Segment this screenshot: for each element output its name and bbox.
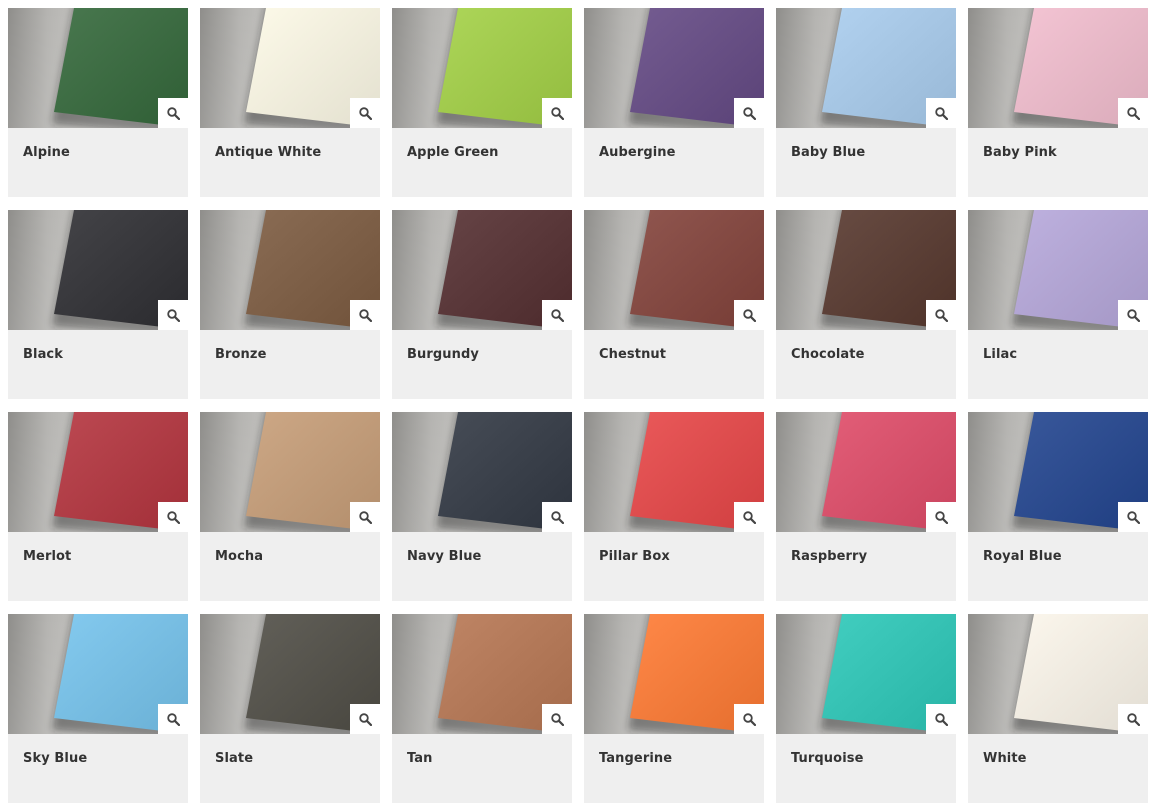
swatch-label: Apple Green — [407, 145, 499, 160]
swatch-label: Pillar Box — [599, 549, 670, 564]
magnifier-icon[interactable] — [926, 300, 956, 330]
swatch-card[interactable]: Mocha — [200, 412, 380, 601]
swatch-image[interactable] — [392, 614, 572, 734]
swatch-image[interactable] — [776, 412, 956, 532]
swatch-image[interactable] — [584, 614, 764, 734]
magnifier-icon[interactable] — [542, 98, 572, 128]
swatch-label: Tangerine — [599, 751, 673, 766]
swatch-card[interactable]: Black — [8, 210, 188, 399]
swatch-label: Navy Blue — [407, 549, 482, 564]
swatch-label: Chocolate — [791, 347, 865, 362]
swatch-label: Baby Blue — [791, 145, 866, 160]
swatch-label: Alpine — [23, 145, 70, 160]
swatch-card[interactable]: Chocolate — [776, 210, 956, 399]
swatch-image[interactable] — [8, 412, 188, 532]
magnifier-icon[interactable] — [350, 98, 380, 128]
swatch-card[interactable]: Burgundy — [392, 210, 572, 399]
swatch-card[interactable]: Royal Blue — [968, 412, 1148, 601]
swatch-card[interactable]: Baby Pink — [968, 8, 1148, 197]
swatch-image[interactable] — [584, 412, 764, 532]
swatch-label: Burgundy — [407, 347, 479, 362]
magnifier-icon[interactable] — [350, 502, 380, 532]
swatch-card[interactable]: Alpine — [8, 8, 188, 197]
swatch-label: Sky Blue — [23, 751, 88, 766]
swatch-image[interactable] — [776, 210, 956, 330]
swatch-image[interactable] — [392, 8, 572, 128]
swatch-label: Slate — [215, 751, 254, 766]
swatch-image[interactable] — [200, 8, 380, 128]
magnifier-icon[interactable] — [158, 502, 188, 532]
swatch-image[interactable] — [200, 412, 380, 532]
magnifier-icon[interactable] — [1118, 98, 1148, 128]
swatch-label: Royal Blue — [983, 549, 1062, 564]
swatch-image[interactable] — [968, 412, 1148, 532]
swatch-card[interactable]: Apple Green — [392, 8, 572, 197]
swatch-card[interactable]: Lilac — [968, 210, 1148, 399]
swatch-card[interactable]: Tangerine — [584, 614, 764, 803]
swatch-image[interactable] — [584, 8, 764, 128]
swatch-image[interactable] — [968, 210, 1148, 330]
swatch-image[interactable] — [584, 210, 764, 330]
magnifier-icon[interactable] — [542, 502, 572, 532]
swatch-card[interactable]: White — [968, 614, 1148, 803]
swatch-label: Raspberry — [791, 549, 868, 564]
swatch-card[interactable]: Baby Blue — [776, 8, 956, 197]
magnifier-icon[interactable] — [350, 300, 380, 330]
swatch-card[interactable]: Sky Blue — [8, 614, 188, 803]
swatch-image[interactable] — [8, 614, 188, 734]
magnifier-icon[interactable] — [350, 704, 380, 734]
magnifier-icon[interactable] — [1118, 502, 1148, 532]
swatch-image[interactable] — [968, 8, 1148, 128]
swatch-image[interactable] — [8, 210, 188, 330]
swatch-label: Aubergine — [599, 145, 676, 160]
swatch-label: Baby Pink — [983, 145, 1057, 160]
magnifier-icon[interactable] — [1118, 300, 1148, 330]
swatch-image[interactable] — [392, 412, 572, 532]
magnifier-icon[interactable] — [158, 98, 188, 128]
magnifier-icon[interactable] — [734, 704, 764, 734]
swatch-label: Mocha — [215, 549, 264, 564]
magnifier-icon[interactable] — [734, 300, 764, 330]
swatch-label: Chestnut — [599, 347, 667, 362]
magnifier-icon[interactable] — [926, 502, 956, 532]
swatch-label: Black — [23, 347, 63, 362]
swatch-card[interactable]: Chestnut — [584, 210, 764, 399]
magnifier-icon[interactable] — [542, 300, 572, 330]
swatch-card[interactable]: Navy Blue — [392, 412, 572, 601]
swatch-label: Antique White — [215, 145, 322, 160]
swatch-image[interactable] — [776, 8, 956, 128]
swatch-label: Turquoise — [791, 751, 864, 766]
swatch-label: Lilac — [983, 347, 1018, 362]
swatch-image[interactable] — [8, 8, 188, 128]
swatch-image[interactable] — [776, 614, 956, 734]
swatch-label: Merlot — [23, 549, 72, 564]
swatch-card[interactable]: Raspberry — [776, 412, 956, 601]
magnifier-icon[interactable] — [926, 98, 956, 128]
swatch-card[interactable]: Turquoise — [776, 614, 956, 803]
swatch-card[interactable]: Bronze — [200, 210, 380, 399]
magnifier-icon[interactable] — [158, 704, 188, 734]
swatch-card[interactable]: Antique White — [200, 8, 380, 197]
magnifier-icon[interactable] — [926, 704, 956, 734]
swatch-label: Tan — [407, 751, 433, 766]
swatch-card[interactable]: Tan — [392, 614, 572, 803]
swatch-card[interactable]: Merlot — [8, 412, 188, 601]
swatch-image[interactable] — [392, 210, 572, 330]
swatch-card[interactable]: Slate — [200, 614, 380, 803]
swatch-image[interactable] — [968, 614, 1148, 734]
swatch-image[interactable] — [200, 210, 380, 330]
swatch-card[interactable]: Pillar Box — [584, 412, 764, 601]
magnifier-icon[interactable] — [1118, 704, 1148, 734]
swatch-card[interactable]: Aubergine — [584, 8, 764, 197]
swatch-label: White — [983, 751, 1027, 766]
swatch-image[interactable] — [200, 614, 380, 734]
magnifier-icon[interactable] — [734, 502, 764, 532]
swatch-grid: Alpine Antique White Apple Green Aubergine B… — [8, 8, 1148, 803]
magnifier-icon[interactable] — [542, 704, 572, 734]
magnifier-icon[interactable] — [158, 300, 188, 330]
swatch-label: Bronze — [215, 347, 267, 362]
magnifier-icon[interactable] — [734, 98, 764, 128]
